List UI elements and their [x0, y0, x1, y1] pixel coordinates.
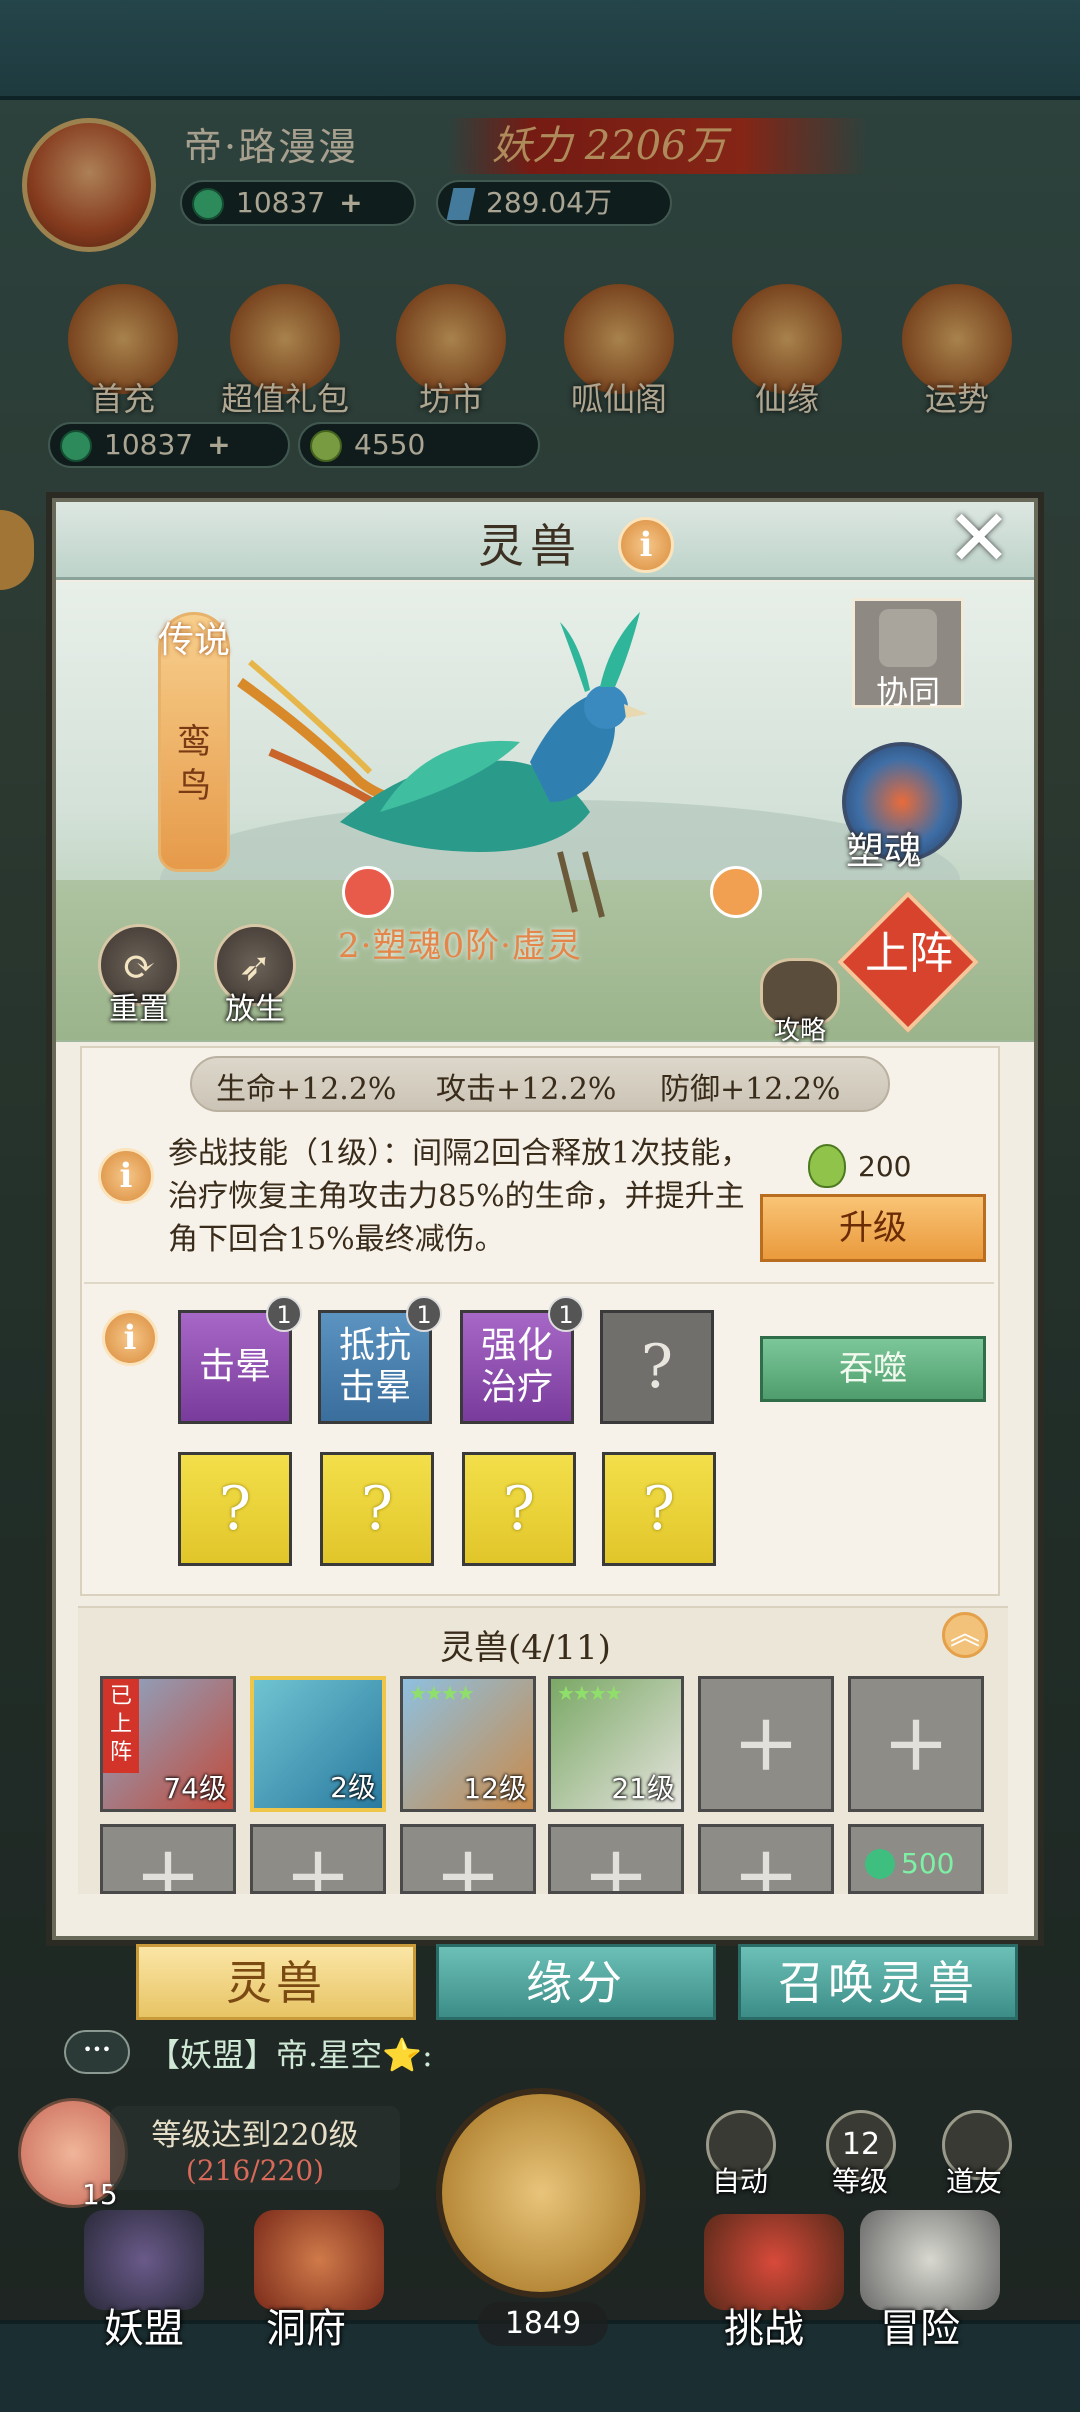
pet-slot-owl[interactable]: ★★★★ 12级: [400, 1676, 536, 1812]
release-button-label[interactable]: 放生: [200, 984, 310, 1028]
reset-button-label[interactable]: 重置: [84, 984, 194, 1028]
star-rating: ★★★★: [409, 1681, 475, 1705]
adventure-icon[interactable]: [860, 2210, 1000, 2310]
skill-level-badge: 1: [406, 1296, 442, 1332]
pet-level: 21级: [611, 1772, 675, 1805]
passive-info-icon[interactable]: i: [102, 1310, 158, 1366]
info-icon[interactable]: i: [618, 517, 674, 573]
empty-pet-slot[interactable]: +: [698, 1676, 834, 1812]
skill-level-badge: 1: [548, 1296, 584, 1332]
empty-pet-slot[interactable]: +: [698, 1824, 834, 1894]
pet-level: 12级: [463, 1772, 527, 1805]
pet-slot-cat[interactable]: ★★★★ 21级: [548, 1676, 684, 1812]
star-rating: ★★★★: [557, 1681, 623, 1705]
rarity-label: 传说: [158, 620, 231, 661]
nav-adventure[interactable]: 冒险: [880, 2296, 960, 2354]
upgrade-button[interactable]: 升级: [760, 1194, 986, 1262]
stat-hp: 生命+12.2%: [216, 1072, 397, 1107]
empty-pet-slot[interactable]: +: [100, 1824, 236, 1894]
nav-challenge[interactable]: 挑战: [724, 2296, 804, 2354]
battle-skill-description: 参战技能（1级）：间隔2回合释放1次技能，治疗恢复主角攻击力85%的生命，并提升…: [168, 1136, 751, 1257]
cave-icon[interactable]: [254, 2210, 384, 2310]
collapse-arrow-icon[interactable]: ︽: [942, 1612, 988, 1658]
empty-pet-slot[interactable]: +: [400, 1824, 536, 1894]
modal-title: 灵兽: [478, 519, 582, 573]
pet-slot-phoenix-selected[interactable]: 2级: [250, 1676, 386, 1812]
phoenix-pet-image: [230, 612, 710, 942]
quest-progress: (216/220): [185, 2154, 325, 2187]
guide-label[interactable]: 攻略: [746, 1010, 854, 1047]
empty-pet-slot[interactable]: +: [250, 1824, 386, 1894]
synergy-button[interactable]: 协同: [852, 598, 964, 711]
divider: [84, 1282, 994, 1284]
gem-icon: [865, 1849, 895, 1879]
nav-guild[interactable]: 妖盟: [104, 2296, 184, 2354]
quest-title: 等级达到220级: [151, 2118, 359, 2153]
fruit-icon: [808, 1144, 846, 1188]
unlock-cost: 500: [901, 1847, 955, 1880]
pet-level: 2级: [330, 1771, 376, 1804]
guild-icon[interactable]: [84, 2210, 204, 2310]
roster-title: 灵兽(4/11): [440, 1628, 611, 1668]
level-label[interactable]: 等级: [832, 2160, 888, 2200]
deploy-label[interactable]: 上阵: [850, 930, 968, 978]
empty-pet-slot[interactable]: +: [548, 1824, 684, 1894]
friend-label[interactable]: 道友: [946, 2160, 1002, 2200]
passive-skill-label: 强化治疗: [480, 1325, 553, 1408]
auto-label[interactable]: 自动: [712, 2160, 768, 2200]
soul-shaping-label[interactable]: 塑魂: [846, 820, 922, 875]
skill-info-icon[interactable]: i: [98, 1148, 154, 1204]
pet-slot-dragon[interactable]: 已上阵 74级: [100, 1676, 236, 1812]
pet-level: 74级: [163, 1772, 227, 1805]
tab-summon[interactable]: 召唤灵兽: [738, 1944, 1018, 2020]
passive-skill-label: 击晕: [198, 1346, 271, 1387]
empty-skill-slot[interactable]: ?: [178, 1452, 292, 1566]
chat-bubble-icon[interactable]: •••: [64, 2030, 130, 2074]
empty-pet-slot[interactable]: +: [848, 1676, 984, 1812]
devour-button[interactable]: 吞噬: [760, 1336, 986, 1402]
gift-badge-icon[interactable]: [710, 866, 762, 918]
tab-fate[interactable]: 缘分: [436, 1944, 716, 2020]
pet-name: 鸾鸟: [177, 722, 211, 806]
chat-message[interactable]: 【妖盟】帝.星空⭐:: [148, 2030, 433, 2076]
bag-icon: [879, 609, 937, 667]
top-banner: [0, 0, 1080, 100]
stat-attack: 攻击+12.2%: [436, 1072, 617, 1107]
empty-skill-slot[interactable]: ?: [602, 1452, 716, 1566]
axe-count: 1849: [478, 2302, 608, 2346]
empty-skill-slot[interactable]: ?: [462, 1452, 576, 1566]
locked-skill-slot[interactable]: ?: [600, 1310, 714, 1424]
locked-pet-slot[interactable]: 500: [848, 1824, 984, 1894]
quest-panel[interactable]: 等级达到220级 (216/220): [110, 2106, 400, 2190]
close-icon[interactable]: ✕: [938, 500, 1020, 582]
tab-pets[interactable]: 灵兽: [136, 1944, 416, 2020]
axe-icon[interactable]: [436, 2088, 646, 2298]
skill-level-badge: 1: [266, 1296, 302, 1332]
nav-cave[interactable]: 洞府: [266, 2296, 346, 2354]
deployed-tag: 已上阵: [103, 1679, 139, 1773]
empty-skill-slot[interactable]: ?: [320, 1452, 434, 1566]
passive-skill-label: 抵抗击晕: [338, 1325, 411, 1408]
synergy-label: 协同: [875, 673, 940, 711]
upgrade-cost: 200: [858, 1150, 912, 1183]
element-badge-icon: [342, 866, 394, 918]
stat-defense: 防御+12.2%: [660, 1072, 841, 1107]
pet-stage: 2·塑魂0阶·虚灵: [338, 926, 582, 966]
